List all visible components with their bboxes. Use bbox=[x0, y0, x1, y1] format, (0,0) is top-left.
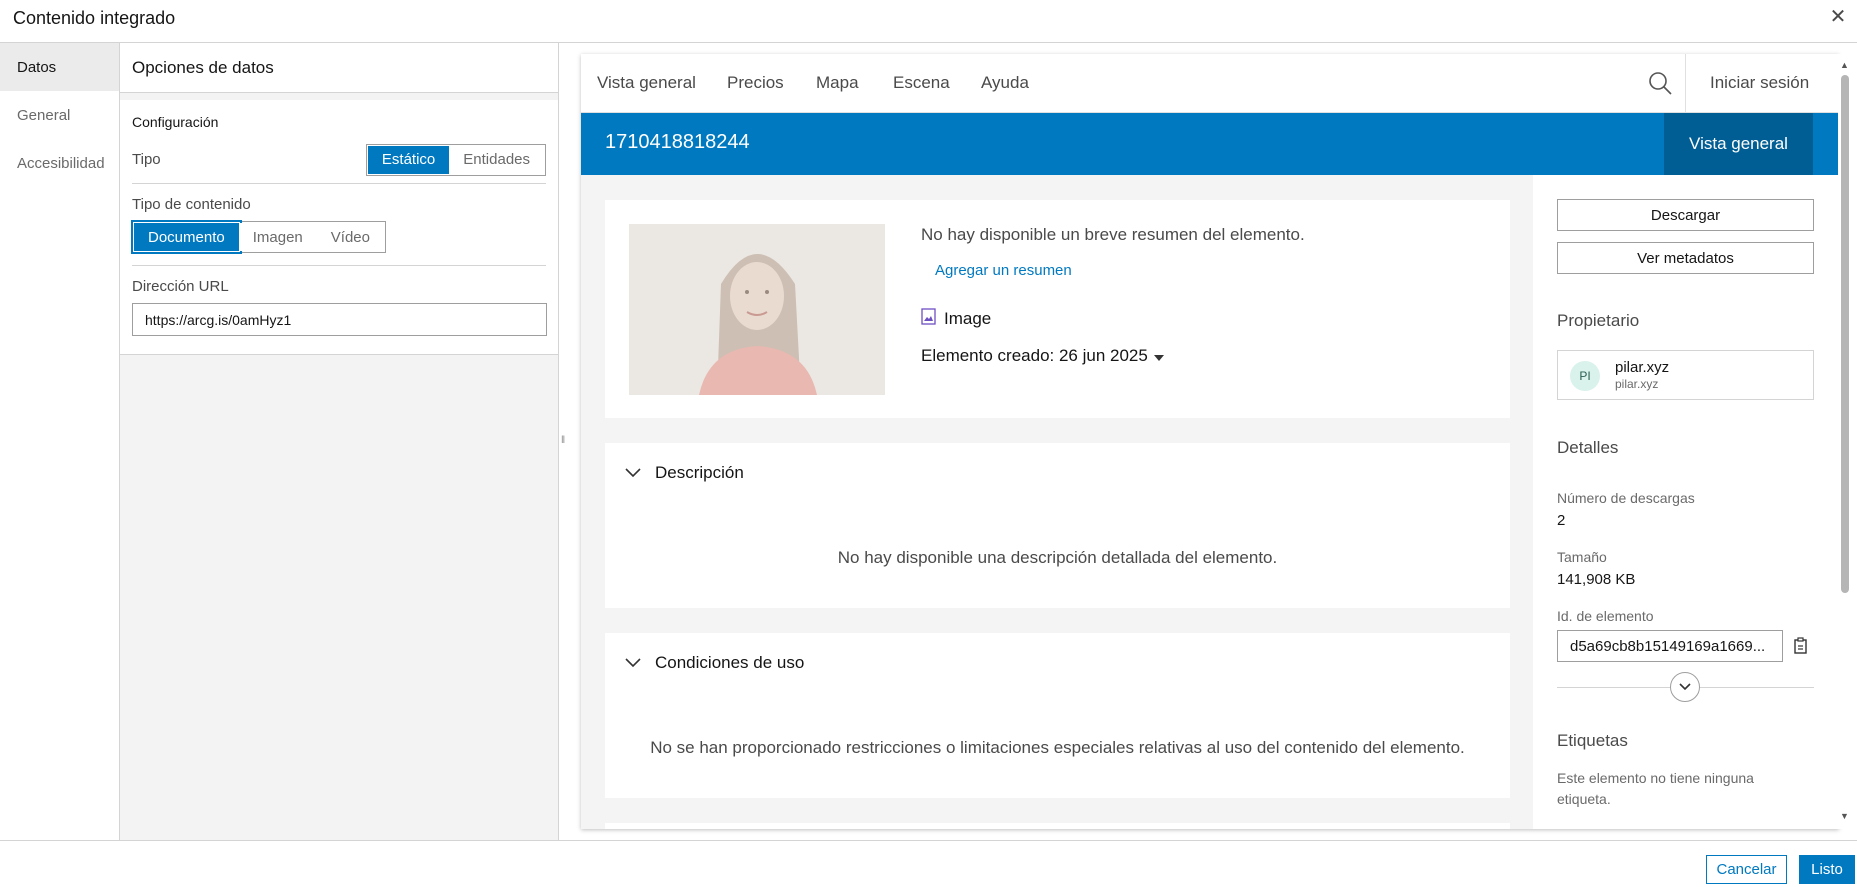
tipo-label: Tipo bbox=[132, 151, 161, 168]
size-value: 141,908 KB bbox=[1557, 571, 1636, 588]
owner-username: pilar.xyz bbox=[1615, 377, 1659, 391]
content-preview: Vista general Precios Mapa Escena Ayuda … bbox=[581, 54, 1839, 829]
url-input[interactable] bbox=[132, 303, 547, 336]
tipo-entities-option[interactable]: Entidades bbox=[449, 145, 544, 174]
summary-card: No hay disponible un breve resumen del e… bbox=[605, 200, 1510, 418]
item-banner: 1710418818244 Vista general bbox=[581, 113, 1839, 175]
owner-card[interactable]: PI pilar.xyz pilar.xyz bbox=[1557, 350, 1814, 400]
configuration-section: Configuración Tipo Estático Entidades Ti… bbox=[120, 100, 558, 355]
summary-text: No hay disponible un breve resumen del e… bbox=[921, 225, 1305, 244]
panel-resize-handle[interactable]: ‖ bbox=[561, 435, 567, 449]
copy-icon[interactable] bbox=[1787, 630, 1815, 662]
tipo-segmented-control: Estático Entidades bbox=[365, 143, 546, 176]
chevron-down-icon[interactable] bbox=[1670, 672, 1700, 702]
size-label: Tamaño bbox=[1557, 549, 1607, 565]
terms-card: Condiciones de uso No se han proporciona… bbox=[605, 633, 1510, 798]
item-id-field[interactable]: d5a69cb8b15149169a1669... bbox=[1557, 630, 1783, 662]
description-title: Descripción bbox=[655, 463, 744, 482]
download-button[interactable]: Descargar bbox=[1557, 199, 1814, 231]
nav-item-accesibilidad[interactable]: Accesibilidad bbox=[0, 139, 119, 187]
options-heading: Opciones de datos bbox=[120, 43, 558, 93]
add-summary-link[interactable]: Agregar un resumen bbox=[935, 262, 1072, 279]
done-button[interactable]: Listo bbox=[1799, 855, 1855, 884]
content-type-video-option[interactable]: Vídeo bbox=[316, 223, 384, 251]
content-type-segmented-control: Documento Imagen Vídeo bbox=[131, 220, 386, 254]
scroll-down-icon[interactable]: ▼ bbox=[1840, 811, 1849, 821]
description-toggle[interactable]: Descripción bbox=[625, 463, 744, 483]
preview-nav-help[interactable]: Ayuda bbox=[981, 73, 1029, 93]
created-date: Elemento creado: 26 jun 2025 bbox=[921, 346, 1148, 365]
terms-title: Condiciones de uso bbox=[655, 653, 805, 672]
dialog-title: Contenido integrado bbox=[13, 8, 176, 28]
downloads-label: Número de descargas bbox=[1557, 490, 1695, 506]
image-file-icon bbox=[921, 308, 936, 330]
scroll-up-icon[interactable]: ▲ bbox=[1840, 60, 1849, 70]
description-card: Descripción No hay disponible una descri… bbox=[605, 443, 1510, 608]
terms-toggle[interactable]: Condiciones de uso bbox=[625, 653, 804, 673]
settings-nav: Datos General Accesibilidad bbox=[0, 43, 120, 840]
item-title: 1710418818244 bbox=[605, 131, 750, 153]
owner-heading: Propietario bbox=[1557, 311, 1640, 330]
tipo-static-option[interactable]: Estático bbox=[367, 145, 450, 174]
nav-item-datos[interactable]: Datos bbox=[0, 43, 119, 91]
nav-divider bbox=[1685, 54, 1686, 113]
next-card bbox=[605, 823, 1510, 829]
url-label: Dirección URL bbox=[132, 278, 229, 295]
url-field: Dirección URL bbox=[132, 266, 547, 336]
item-type-label: Image bbox=[944, 309, 992, 328]
owner-name: pilar.xyz bbox=[1615, 359, 1670, 376]
details-heading: Detalles bbox=[1557, 438, 1619, 457]
chevron-down-icon bbox=[625, 463, 641, 483]
data-options-panel: Opciones de datos Configuración Tipo Est… bbox=[120, 43, 559, 840]
avatar: PI bbox=[1570, 361, 1600, 391]
chevron-down-icon bbox=[625, 653, 641, 673]
tags-heading: Etiquetas bbox=[1557, 731, 1628, 750]
preview-nav-map[interactable]: Mapa bbox=[816, 73, 859, 93]
item-thumbnail bbox=[629, 224, 885, 395]
nav-item-general[interactable]: General bbox=[0, 91, 119, 139]
configuration-title: Configuración bbox=[132, 114, 219, 130]
content-type-image-option[interactable]: Imagen bbox=[238, 223, 317, 251]
sign-in-link[interactable]: Iniciar sesión bbox=[1710, 73, 1809, 93]
close-icon[interactable]: ✕ bbox=[1827, 6, 1849, 28]
dialog-header: Contenido integrado ✕ bbox=[0, 0, 1857, 43]
preview-nav-bar: Vista general Precios Mapa Escena Ayuda … bbox=[581, 54, 1839, 113]
content-type-field: Tipo de contenido Documento Imagen Vídeo bbox=[131, 184, 546, 266]
created-date-toggle[interactable]: Elemento creado: 26 jun 2025 bbox=[921, 346, 1164, 366]
preview-nav-pricing[interactable]: Precios bbox=[727, 73, 784, 93]
tags-empty-text: Este elemento no tiene ninguna etiqueta. bbox=[1557, 770, 1754, 807]
caret-down-icon bbox=[1153, 346, 1164, 366]
downloads-value: 2 bbox=[1557, 512, 1566, 529]
search-icon[interactable] bbox=[1647, 70, 1673, 96]
content-type-label: Tipo de contenido bbox=[132, 196, 251, 213]
cancel-button[interactable]: Cancelar bbox=[1706, 855, 1787, 884]
description-body: No hay disponible una descripción detall… bbox=[837, 548, 1278, 567]
terms-body: No se han proporcionado restricciones o … bbox=[650, 738, 1465, 757]
view-metadata-button[interactable]: Ver metadatos bbox=[1557, 242, 1814, 274]
dialog-footer: Cancelar Listo bbox=[0, 840, 1857, 887]
item-main-content: No hay disponible un breve resumen del e… bbox=[581, 175, 1533, 829]
tab-overview[interactable]: Vista general bbox=[1664, 113, 1813, 175]
item-id-label: Id. de elemento bbox=[1557, 608, 1654, 624]
preview-nav-overview[interactable]: Vista general bbox=[597, 73, 696, 93]
tipo-row: Tipo Estático Entidades bbox=[132, 136, 546, 184]
content-type-document-option[interactable]: Documento bbox=[131, 220, 242, 254]
item-type: Image bbox=[921, 308, 991, 330]
preview-scrollbar-thumb[interactable] bbox=[1841, 75, 1849, 593]
preview-nav-scene[interactable]: Escena bbox=[893, 73, 950, 93]
